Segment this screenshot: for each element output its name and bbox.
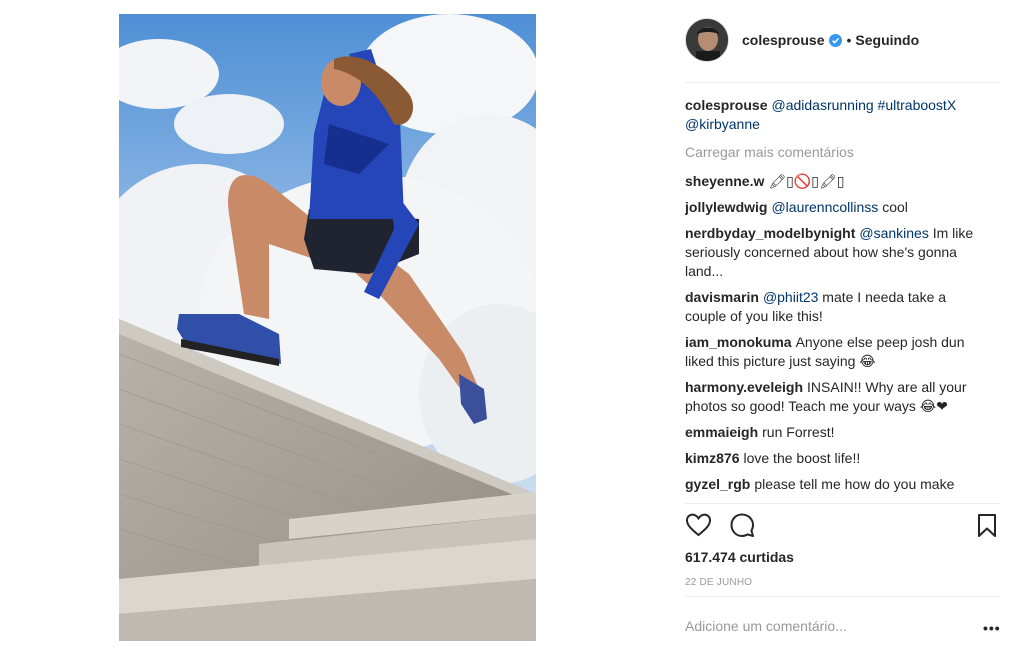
comment-username[interactable]: kimz876: [685, 450, 739, 466]
post-image[interactable]: [119, 14, 536, 641]
actions-divider: [685, 503, 1000, 504]
comment-item: kimz876 love the boost life!!: [685, 449, 985, 468]
comment-username[interactable]: davismarin: [685, 289, 759, 305]
comment-username[interactable]: sheyenne.w: [685, 173, 764, 189]
comment-item: gyzel_rgb please tell me how do you make: [685, 475, 985, 494]
comment-mention[interactable]: @phiit23: [763, 289, 818, 305]
caption-hashtag[interactable]: #ultraboostX: [878, 97, 957, 113]
comment-item: harmony.eveleigh INSAIN!! Why are all you…: [685, 378, 985, 416]
post-side-panel: colesprouse • Seguindo colesprouse @adida…: [685, 0, 1000, 657]
add-comment-input[interactable]: Adicione um comentário...: [685, 618, 965, 634]
header-username[interactable]: colesprouse: [742, 32, 824, 48]
more-options-icon[interactable]: •••: [983, 620, 1001, 636]
comment-mention[interactable]: @sankines: [859, 225, 928, 241]
comment-username[interactable]: harmony.eveleigh: [685, 379, 803, 395]
post-actions: [685, 512, 1000, 540]
caption: colesprouse @adidasrunning #ultraboostX @…: [685, 96, 985, 134]
heart-icon[interactable]: [685, 512, 712, 538]
comment-username[interactable]: emmaieigh: [685, 424, 758, 440]
comment-box-divider: [685, 596, 1000, 597]
comment-item: iam_monokuma Anyone else peep josh dun li…: [685, 333, 985, 371]
comment-mention[interactable]: @laurenncollinss: [771, 199, 878, 215]
verified-badge-icon: [829, 33, 843, 47]
comment-text: 🖍▯🚫▯🖍▯: [768, 173, 845, 189]
comment-item: davismarin @phiit23 mate I needa take a c…: [685, 288, 985, 326]
follow-status-button[interactable]: Seguindo: [855, 32, 919, 48]
comment-username[interactable]: nerdbyday_modelbynight: [685, 225, 855, 241]
caption-mention[interactable]: @kirbyanne: [685, 116, 760, 132]
comment-item: nerdbyday_modelbynight @sankines Im like …: [685, 224, 985, 281]
caption-mention[interactable]: @adidasrunning: [771, 97, 873, 113]
comment-item: jollylewdwig @laurenncollinss cool: [685, 198, 985, 217]
comment-text: love the boost life!!: [743, 450, 861, 466]
avatar-image: [686, 19, 728, 61]
likes-count[interactable]: 617.474 curtidas: [685, 549, 794, 565]
post-header: colesprouse • Seguindo: [685, 17, 1000, 63]
header-divider: [685, 82, 1000, 83]
comment-item: sheyenne.w 🖍▯🚫▯🖍▯: [685, 172, 985, 191]
comment-username[interactable]: gyzel_rgb: [685, 476, 750, 492]
post-date[interactable]: 22 DE JUNHO: [685, 577, 752, 588]
avatar[interactable]: [685, 18, 729, 62]
comment-username[interactable]: iam_monokuma: [685, 334, 792, 350]
load-more-comments-button[interactable]: Carregar mais comentários: [685, 144, 985, 160]
comment-item: emmaieigh run Forrest!: [685, 423, 985, 442]
bookmark-icon[interactable]: [977, 513, 997, 538]
comment-text: cool: [882, 199, 908, 215]
header-separator: •: [846, 32, 852, 48]
comments-list[interactable]: colesprouse @adidasrunning #ultraboostX @…: [685, 96, 985, 501]
post-photo-illustration: [119, 14, 536, 641]
comment-text: please tell me how do you make: [754, 476, 955, 492]
caption-username[interactable]: colesprouse: [685, 97, 767, 113]
comment-icon[interactable]: [729, 512, 756, 539]
comment-text: run Forrest!: [762, 424, 835, 440]
comment-username[interactable]: jollylewdwig: [685, 199, 767, 215]
